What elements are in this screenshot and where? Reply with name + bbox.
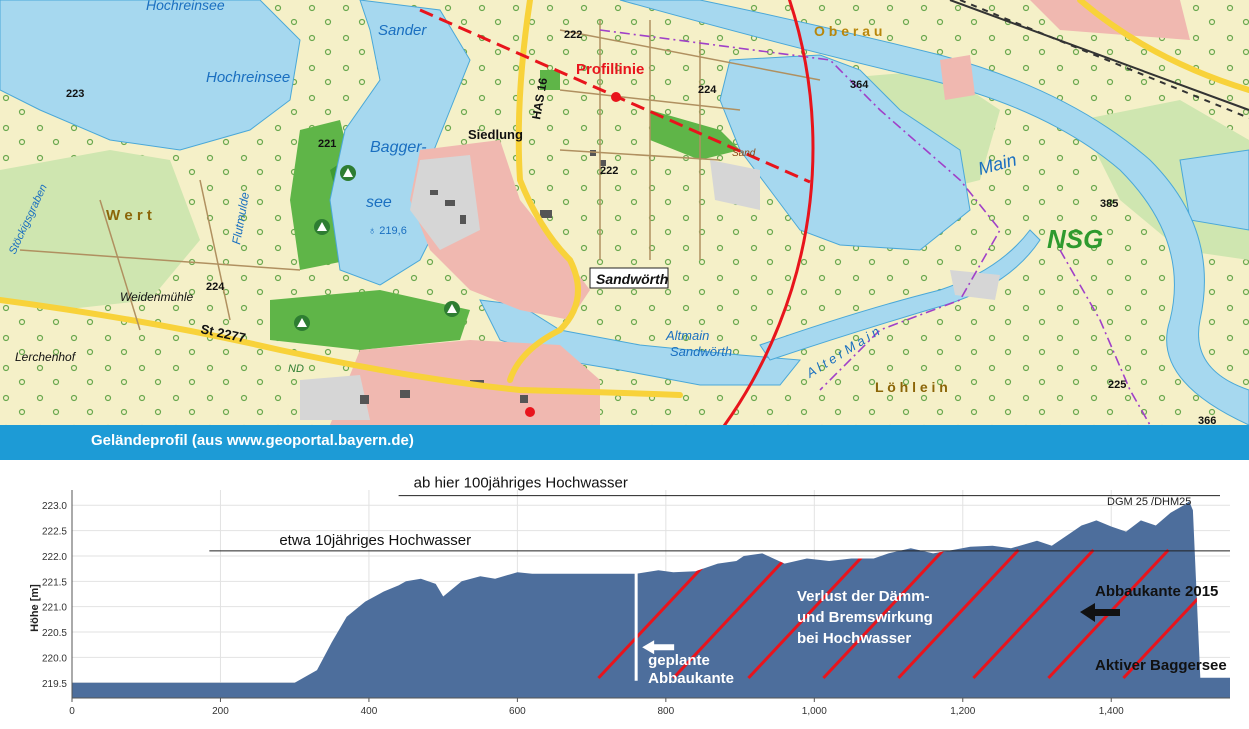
label-profillinie: Profillinie [576,61,644,78]
label-oberau: O b e r a u [814,23,882,39]
elevation-label: 221 [318,138,336,150]
x-tick-label: 400 [361,706,378,717]
label-wert: W e r t [106,207,152,224]
hochwasser-10-label: etwa 10jähriges Hochwasser [279,532,471,549]
profile-header-title: Geländeprofil (aus www.geoportal.bayern.… [91,432,414,449]
circle-center-marker [525,407,535,417]
label-water-level: ♁ 219,6 [368,225,407,237]
y-tick-label: 223.0 [42,501,67,512]
hochwasser-100-label: ab hier 100jähriges Hochwasser [414,475,628,492]
label-sander: Sander [378,22,427,39]
elevation-label: 222 [564,29,582,41]
elevation-label: 366 [1198,415,1216,425]
label-nsg: NSG [1047,224,1103,254]
elevation-label: 225 [1108,379,1126,391]
x-tick-label: 200 [212,706,229,717]
label-sand: Sand [732,148,756,159]
label-verlust-1: Verlust der Dämm- [797,588,930,605]
label-alter-baggersee: (Alter) Baggersee [91,662,216,679]
label-loehlein: L ö h l e i n [875,379,948,395]
label-verlust-3: bei Hochwasser [797,630,911,647]
label-hochreinsee: Hochreinsee [206,69,290,86]
source-label: DGM 25 /DHM25 [1107,496,1191,508]
geplante-label-2: Abbaukante [648,670,734,687]
y-tick-label: 222.5 [42,527,67,538]
y-tick-label: 220.5 [42,628,67,639]
label-verlust-2: und Bremswirkung [797,609,933,626]
y-tick-label: 221.0 [42,603,67,614]
y-tick-label: 220.0 [42,653,67,664]
label-lerchenhof: Lerchenhof [15,350,77,364]
label-altmain-sandwoerth: Sandwörth [670,344,732,359]
label-aktiver-baggersee: Aktiver Baggersee [1095,657,1227,674]
y-tick-label: 221.5 [42,577,67,588]
elevation-label: 224 [698,84,717,96]
x-tick-label: 0 [69,706,75,717]
y-tick-label: 222.0 [42,552,67,563]
x-tick-label: 1,200 [950,706,975,717]
label-see: see [366,194,392,211]
x-tick-label: 600 [509,706,526,717]
label-bagger: Bagger- [370,139,427,156]
y-axis-label: Höhe [m] [29,584,41,632]
label-abbaukante-2015: Abbaukante 2015 [1095,583,1218,600]
elevation-label: 223 [66,88,84,100]
terrain-profile-chart: 219.5 220.0 220.5 221.0 221.5 222.0 222.5 223.0… [0,460,1249,729]
geplante-label-1: geplante [648,652,710,669]
y-tick-label: 219.5 [42,679,67,690]
elevation-label: 222 [600,165,618,177]
x-tick-label: 1,000 [802,706,827,717]
label-hochreinsee-top: Hochreinsee [146,0,225,13]
label-siedlung: Siedlung [468,127,523,142]
x-tick-label: 800 [658,706,675,717]
label-altmain: Altmain [665,328,709,343]
label-weidenmuehle: Weidenmühle [120,290,193,304]
label-nd: ND [288,363,304,375]
elevation-label: 364 [850,79,869,91]
profile-line-midpoint [611,92,621,102]
elevation-label: 224 [206,281,225,293]
profile-header-band: Geländeprofil (aus www.geoportal.bayern.… [0,425,1249,460]
topographic-map: Hochreinsee Hochreinsee Sander O b e r a… [0,0,1249,425]
x-tick-label: 1,400 [1099,706,1124,717]
elevation-label: 385 [1100,198,1118,210]
label-sandwoerth: Sandwörth [596,271,668,287]
